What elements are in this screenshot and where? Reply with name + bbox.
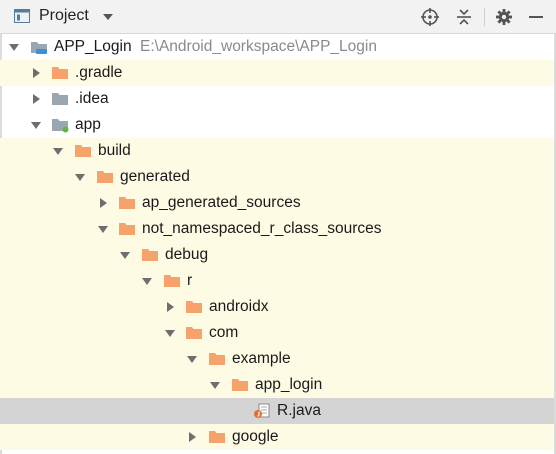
tree-item-label: r [187, 272, 193, 289]
tree-row-app-login-package[interactable]: app_login [0, 372, 556, 398]
project-view-icon [14, 9, 30, 23]
folder-icon [232, 379, 248, 391]
tree-item-label: .gradle [75, 64, 123, 81]
tree-row-r-java[interactable]: R.java [0, 398, 556, 424]
tree-item-label: .idea [75, 90, 109, 107]
tree-row-ap-generated-sources[interactable]: ap_generated_sources [0, 190, 556, 216]
expanded-arrow-icon[interactable] [74, 171, 86, 183]
folder-icon [75, 145, 91, 157]
toolbar-separator [484, 8, 485, 26]
tree-item-label: example [232, 350, 291, 367]
project-path-label: E:\Android_workspace\APP_Login [140, 38, 377, 55]
expanded-arrow-icon[interactable] [8, 41, 20, 53]
tree-item-label: R.java [277, 402, 321, 419]
tree-item-label: androidx [209, 298, 269, 315]
tree-item-label: com [209, 324, 239, 341]
expanded-arrow-icon[interactable] [52, 145, 64, 157]
project-tree[interactable]: APP_Login E:\Android_workspace\APP_Login… [0, 34, 556, 454]
module-folder-icon [52, 119, 69, 133]
folder-icon [97, 171, 113, 183]
folder-icon [52, 67, 68, 79]
tree-row-app[interactable]: app [0, 112, 556, 138]
tree-row-build[interactable]: build [0, 138, 556, 164]
tree-item-label: not_namespaced_r_class_sources [142, 220, 382, 237]
tree-row-gradle[interactable]: .gradle [0, 60, 556, 86]
tree-item-label: google [232, 428, 279, 445]
collapsed-arrow-icon[interactable] [30, 67, 42, 79]
locate-icon[interactable] [420, 7, 440, 27]
java-file-icon [254, 403, 270, 418]
tree-row-androidx[interactable]: androidx [0, 294, 556, 320]
tree-item-label: ap_generated_sources [142, 194, 301, 211]
folder-icon [209, 431, 225, 443]
tree-item-label: debug [165, 246, 209, 263]
module-folder-icon [31, 42, 47, 54]
folder-icon [209, 353, 225, 365]
tree-item-label: app_login [255, 376, 323, 393]
tree-row-r[interactable]: r [0, 268, 556, 294]
expanded-arrow-icon[interactable] [97, 223, 109, 235]
folder-icon [186, 301, 202, 313]
chevron-down-icon[interactable] [101, 9, 115, 25]
folder-icon [119, 223, 135, 235]
tree-row-debug[interactable]: debug [0, 242, 556, 268]
tree-row-not-namespaced-r-class-sources[interactable]: not_namespaced_r_class_sources [0, 216, 556, 242]
collapsed-arrow-icon[interactable] [97, 197, 109, 209]
hide-panel-icon[interactable] [526, 7, 546, 27]
expanded-arrow-icon[interactable] [186, 353, 198, 365]
tree-item-label: generated [120, 168, 190, 185]
tree-row-google[interactable]: google [0, 424, 556, 450]
tree-row-com[interactable]: com [0, 320, 556, 346]
expanded-arrow-icon[interactable] [119, 249, 131, 261]
folder-icon [119, 197, 135, 209]
collapse-all-icon[interactable] [454, 7, 474, 27]
tree-row-example[interactable]: example [0, 346, 556, 372]
folder-icon [186, 327, 202, 339]
tree-item-label: app [75, 116, 101, 133]
tree-row-idea[interactable]: .idea [0, 86, 556, 112]
folder-icon [142, 249, 158, 261]
expanded-arrow-icon[interactable] [164, 327, 176, 339]
collapsed-arrow-icon[interactable] [30, 93, 42, 105]
folder-icon [52, 93, 68, 105]
collapsed-arrow-icon[interactable] [164, 301, 176, 313]
expanded-arrow-icon[interactable] [30, 119, 42, 131]
tree-item-label: build [98, 142, 131, 159]
expanded-arrow-icon[interactable] [141, 275, 153, 287]
tree-row-generated[interactable]: generated [0, 164, 556, 190]
tree-row-app-login[interactable]: APP_Login E:\Android_workspace\APP_Login [0, 34, 556, 60]
folder-icon [164, 275, 180, 287]
gear-icon[interactable] [494, 7, 514, 27]
expanded-arrow-icon[interactable] [209, 379, 221, 391]
collapsed-arrow-icon[interactable] [186, 431, 198, 443]
tree-item-label: APP_Login [54, 38, 132, 55]
project-panel-header: Project [0, 0, 556, 34]
panel-title[interactable]: Project [39, 6, 89, 26]
